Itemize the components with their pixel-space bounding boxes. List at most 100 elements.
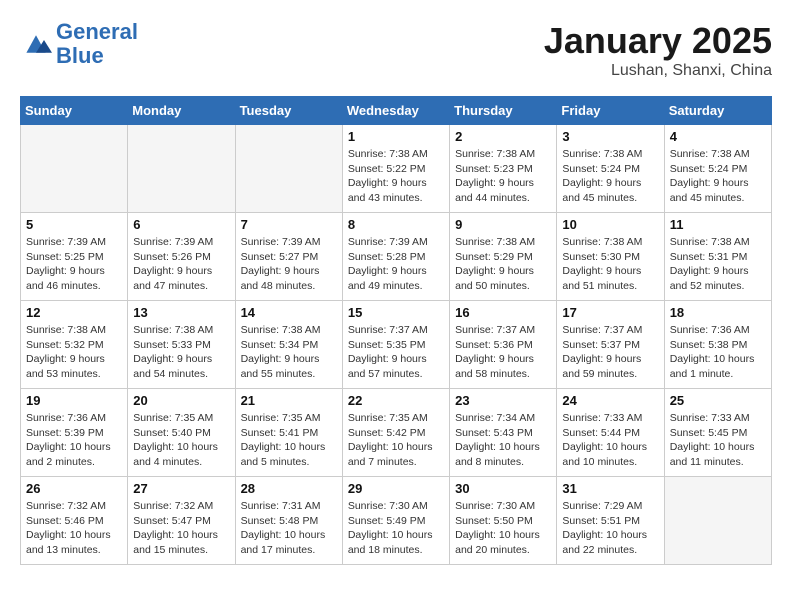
- calendar-cell: 10 Sunrise: 7:38 AM Sunset: 5:30 PM Dayli…: [557, 213, 664, 301]
- day-number: 10: [562, 217, 658, 232]
- day-info: Sunrise: 7:38 AM Sunset: 5:23 PM Dayligh…: [455, 147, 551, 206]
- calendar-cell: 11 Sunrise: 7:38 AM Sunset: 5:31 PM Dayli…: [664, 213, 771, 301]
- day-number: 4: [670, 129, 766, 144]
- logo-icon: [20, 30, 52, 58]
- day-number: 13: [133, 305, 229, 320]
- day-info: Sunrise: 7:39 AM Sunset: 5:26 PM Dayligh…: [133, 235, 229, 294]
- day-info: Sunrise: 7:29 AM Sunset: 5:51 PM Dayligh…: [562, 499, 658, 558]
- day-info: Sunrise: 7:36 AM Sunset: 5:38 PM Dayligh…: [670, 323, 766, 382]
- calendar-cell: 29 Sunrise: 7:30 AM Sunset: 5:49 PM Dayli…: [342, 477, 449, 565]
- location-subtitle: Lushan, Shanxi, China: [544, 62, 772, 80]
- day-info: Sunrise: 7:38 AM Sunset: 5:29 PM Dayligh…: [455, 235, 551, 294]
- day-number: 17: [562, 305, 658, 320]
- day-number: 6: [133, 217, 229, 232]
- day-info: Sunrise: 7:38 AM Sunset: 5:33 PM Dayligh…: [133, 323, 229, 382]
- calendar-header-sunday: Sunday: [21, 97, 128, 125]
- day-number: 20: [133, 393, 229, 408]
- day-number: 12: [26, 305, 122, 320]
- day-number: 11: [670, 217, 766, 232]
- day-number: 18: [670, 305, 766, 320]
- day-number: 24: [562, 393, 658, 408]
- day-number: 3: [562, 129, 658, 144]
- calendar-cell: 12Sunrise: 7:38 AM Sunset: 5:32 PM Dayli…: [21, 301, 128, 389]
- calendar-cell: 31 Sunrise: 7:29 AM Sunset: 5:51 PM Dayli…: [557, 477, 664, 565]
- calendar-cell: 2 Sunrise: 7:38 AM Sunset: 5:23 PM Daylig…: [450, 125, 557, 213]
- calendar-cell: 6 Sunrise: 7:39 AM Sunset: 5:26 PM Daylig…: [128, 213, 235, 301]
- day-info: Sunrise: 7:35 AM Sunset: 5:41 PM Dayligh…: [241, 411, 337, 470]
- day-number: 19: [26, 393, 122, 408]
- day-info: Sunrise: 7:37 AM Sunset: 5:35 PM Dayligh…: [348, 323, 444, 382]
- calendar-cell: 16 Sunrise: 7:37 AM Sunset: 5:36 PM Dayli…: [450, 301, 557, 389]
- day-info: Sunrise: 7:37 AM Sunset: 5:37 PM Dayligh…: [562, 323, 658, 382]
- day-number: 30: [455, 481, 551, 496]
- calendar-header-saturday: Saturday: [664, 97, 771, 125]
- calendar-week-3: 12Sunrise: 7:38 AM Sunset: 5:32 PM Dayli…: [21, 301, 772, 389]
- day-info: Sunrise: 7:36 AM Sunset: 5:39 PM Dayligh…: [26, 411, 122, 470]
- logo: GeneralBlue: [20, 20, 138, 68]
- calendar-cell: 5 Sunrise: 7:39 AM Sunset: 5:25 PM Daylig…: [21, 213, 128, 301]
- calendar-header-monday: Monday: [128, 97, 235, 125]
- day-info: Sunrise: 7:34 AM Sunset: 5:43 PM Dayligh…: [455, 411, 551, 470]
- calendar-cell: 8 Sunrise: 7:39 AM Sunset: 5:28 PM Daylig…: [342, 213, 449, 301]
- calendar-cell: 14Sunrise: 7:38 AM Sunset: 5:34 PM Dayli…: [235, 301, 342, 389]
- day-info: Sunrise: 7:38 AM Sunset: 5:22 PM Dayligh…: [348, 147, 444, 206]
- day-info: Sunrise: 7:39 AM Sunset: 5:25 PM Dayligh…: [26, 235, 122, 294]
- day-info: Sunrise: 7:38 AM Sunset: 5:31 PM Dayligh…: [670, 235, 766, 294]
- month-title: January 2025: [544, 20, 772, 62]
- calendar-header-row: SundayMondayTuesdayWednesdayThursdayFrid…: [21, 97, 772, 125]
- day-info: Sunrise: 7:38 AM Sunset: 5:34 PM Dayligh…: [241, 323, 337, 382]
- day-number: 8: [348, 217, 444, 232]
- calendar-cell: 7 Sunrise: 7:39 AM Sunset: 5:27 PM Daylig…: [235, 213, 342, 301]
- day-info: Sunrise: 7:39 AM Sunset: 5:27 PM Dayligh…: [241, 235, 337, 294]
- day-info: Sunrise: 7:35 AM Sunset: 5:42 PM Dayligh…: [348, 411, 444, 470]
- calendar-cell: 30 Sunrise: 7:30 AM Sunset: 5:50 PM Dayli…: [450, 477, 557, 565]
- calendar-cell: 1Sunrise: 7:38 AM Sunset: 5:22 PM Daylig…: [342, 125, 449, 213]
- calendar-cell: 17 Sunrise: 7:37 AM Sunset: 5:37 PM Dayli…: [557, 301, 664, 389]
- calendar-week-1: 1Sunrise: 7:38 AM Sunset: 5:22 PM Daylig…: [21, 125, 772, 213]
- day-info: Sunrise: 7:38 AM Sunset: 5:30 PM Dayligh…: [562, 235, 658, 294]
- day-number: 21: [241, 393, 337, 408]
- calendar-cell: 15 Sunrise: 7:37 AM Sunset: 5:35 PM Dayli…: [342, 301, 449, 389]
- day-number: 5: [26, 217, 122, 232]
- day-info: Sunrise: 7:30 AM Sunset: 5:49 PM Dayligh…: [348, 499, 444, 558]
- day-number: 16: [455, 305, 551, 320]
- day-number: 22: [348, 393, 444, 408]
- day-info: Sunrise: 7:33 AM Sunset: 5:45 PM Dayligh…: [670, 411, 766, 470]
- calendar-cell: 20 Sunrise: 7:35 AM Sunset: 5:40 PM Dayli…: [128, 389, 235, 477]
- day-info: Sunrise: 7:33 AM Sunset: 5:44 PM Dayligh…: [562, 411, 658, 470]
- day-number: 26: [26, 481, 122, 496]
- calendar-cell: [664, 477, 771, 565]
- day-number: 31: [562, 481, 658, 496]
- calendar-cell: [21, 125, 128, 213]
- calendar-cell: 22 Sunrise: 7:35 AM Sunset: 5:42 PM Dayli…: [342, 389, 449, 477]
- day-number: 29: [348, 481, 444, 496]
- calendar-cell: 3Sunrise: 7:38 AM Sunset: 5:24 PM Daylig…: [557, 125, 664, 213]
- calendar-cell: 26 Sunrise: 7:32 AM Sunset: 5:46 PM Dayli…: [21, 477, 128, 565]
- day-info: Sunrise: 7:32 AM Sunset: 5:46 PM Dayligh…: [26, 499, 122, 558]
- day-number: 7: [241, 217, 337, 232]
- calendar-cell: 23 Sunrise: 7:34 AM Sunset: 5:43 PM Dayli…: [450, 389, 557, 477]
- calendar-header-wednesday: Wednesday: [342, 97, 449, 125]
- calendar-cell: 28 Sunrise: 7:31 AM Sunset: 5:48 PM Dayli…: [235, 477, 342, 565]
- day-info: Sunrise: 7:30 AM Sunset: 5:50 PM Dayligh…: [455, 499, 551, 558]
- calendar-header-tuesday: Tuesday: [235, 97, 342, 125]
- day-number: 2: [455, 129, 551, 144]
- calendar-cell: 4 Sunrise: 7:38 AM Sunset: 5:24 PM Daylig…: [664, 125, 771, 213]
- day-info: Sunrise: 7:38 AM Sunset: 5:24 PM Dayligh…: [670, 147, 766, 206]
- calendar-header-friday: Friday: [557, 97, 664, 125]
- calendar-cell: [235, 125, 342, 213]
- day-number: 25: [670, 393, 766, 408]
- day-info: Sunrise: 7:31 AM Sunset: 5:48 PM Dayligh…: [241, 499, 337, 558]
- day-number: 15: [348, 305, 444, 320]
- calendar-header-thursday: Thursday: [450, 97, 557, 125]
- day-info: Sunrise: 7:39 AM Sunset: 5:28 PM Dayligh…: [348, 235, 444, 294]
- day-number: 23: [455, 393, 551, 408]
- calendar-week-2: 5 Sunrise: 7:39 AM Sunset: 5:25 PM Daylig…: [21, 213, 772, 301]
- calendar-week-4: 19 Sunrise: 7:36 AM Sunset: 5:39 PM Dayli…: [21, 389, 772, 477]
- day-number: 28: [241, 481, 337, 496]
- day-info: Sunrise: 7:35 AM Sunset: 5:40 PM Dayligh…: [133, 411, 229, 470]
- calendar-cell: 27Sunrise: 7:32 AM Sunset: 5:47 PM Dayli…: [128, 477, 235, 565]
- calendar-cell: 18 Sunrise: 7:36 AM Sunset: 5:38 PM Dayli…: [664, 301, 771, 389]
- day-info: Sunrise: 7:37 AM Sunset: 5:36 PM Dayligh…: [455, 323, 551, 382]
- day-number: 27: [133, 481, 229, 496]
